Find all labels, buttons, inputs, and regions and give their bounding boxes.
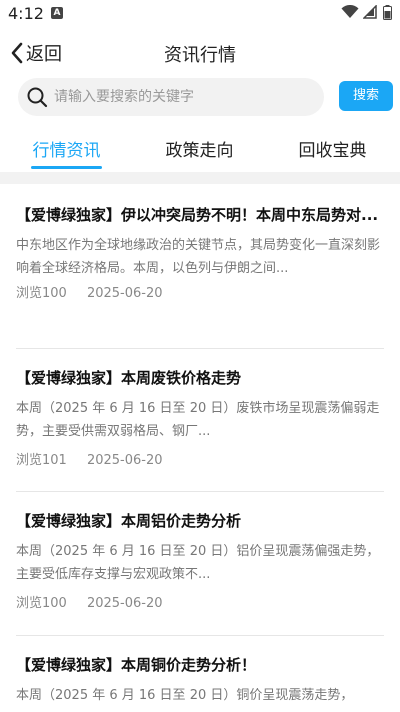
tab-bar: 行情资讯 政策走向 回收宝典 [0,136,400,172]
status-bar: 4:12 A [0,0,400,28]
search-input[interactable] [54,89,304,105]
news-title: 【爱博绿独家】伊以冲突局势不明！本周中东局势对... [16,206,379,224]
app-header: 返回 资讯行情 [0,30,400,76]
news-item[interactable]: 【爱博绿独家】伊以冲突局势不明！本周中东局势对... 中东地区作为全球地缘政治的… [16,203,384,301]
list-divider [16,348,384,349]
search-box[interactable] [18,78,324,116]
search-bar: 搜索 [0,78,400,118]
list-divider [16,635,384,636]
news-item[interactable]: 【爱博绿独家】本周铜价走势分析！ 本周（2025 年 6 月 16 日至 20 … [16,653,384,707]
page-title: 资讯行情 [164,45,236,66]
notification-icon: A [51,7,63,19]
tab-active-indicator [31,166,102,169]
search-icon [26,86,48,108]
news-meta: 浏览100 2025-06-20 [16,282,384,301]
news-views: 浏览100 [16,286,67,301]
wifi-icon [341,5,359,18]
tab-market-news[interactable]: 行情资讯 [0,136,133,161]
status-time: 4:12 [8,4,44,23]
section-divider [0,172,400,184]
news-date: 2025-06-20 [86,453,163,468]
tab-policy-trends[interactable]: 政策走向 [133,136,266,161]
news-views: 浏览101 [16,453,67,468]
news-item[interactable]: 【爱博绿独家】本周铝价走势分析 本周（2025 年 6 月 16 日至 20 日… [16,509,384,611]
news-views: 浏览100 [16,596,67,611]
news-summary: 本周（2025 年 6 月 16 日至 20 日）铝价呈现震荡偏强走势，主要受低… [16,544,380,582]
news-title: 【爱博绿独家】本周铝价走势分析 [16,512,242,530]
battery-icon [383,5,392,20]
news-title: 【爱博绿独家】本周铜价走势分析！ [16,656,257,674]
signal-icon [363,5,377,19]
news-summary: 本周（2025 年 6 月 16 日至 20 日）废铁市场呈现震荡偏弱走势，主要… [16,401,380,439]
news-date: 2025-06-20 [86,286,163,301]
news-summary: 中东地区作为全球地缘政治的关键节点，其局势变化一直深刻影响着全球经济格局。本周，… [16,238,381,276]
news-title: 【爱博绿独家】本周废铁价格走势 [16,369,242,387]
news-date: 2025-06-20 [86,596,163,611]
news-meta: 浏览100 2025-06-20 [16,592,384,611]
news-summary: 本周（2025 年 6 月 16 日至 20 日）铜价呈现震荡走势， [16,688,354,703]
search-button[interactable]: 搜索 [339,81,393,111]
tab-recycling-guide[interactable]: 回收宝典 [266,136,399,161]
news-item[interactable]: 【爱博绿独家】本周废铁价格走势 本周（2025 年 6 月 16 日至 20 日… [16,366,384,468]
list-divider [16,491,384,492]
news-meta: 浏览101 2025-06-20 [16,449,384,468]
